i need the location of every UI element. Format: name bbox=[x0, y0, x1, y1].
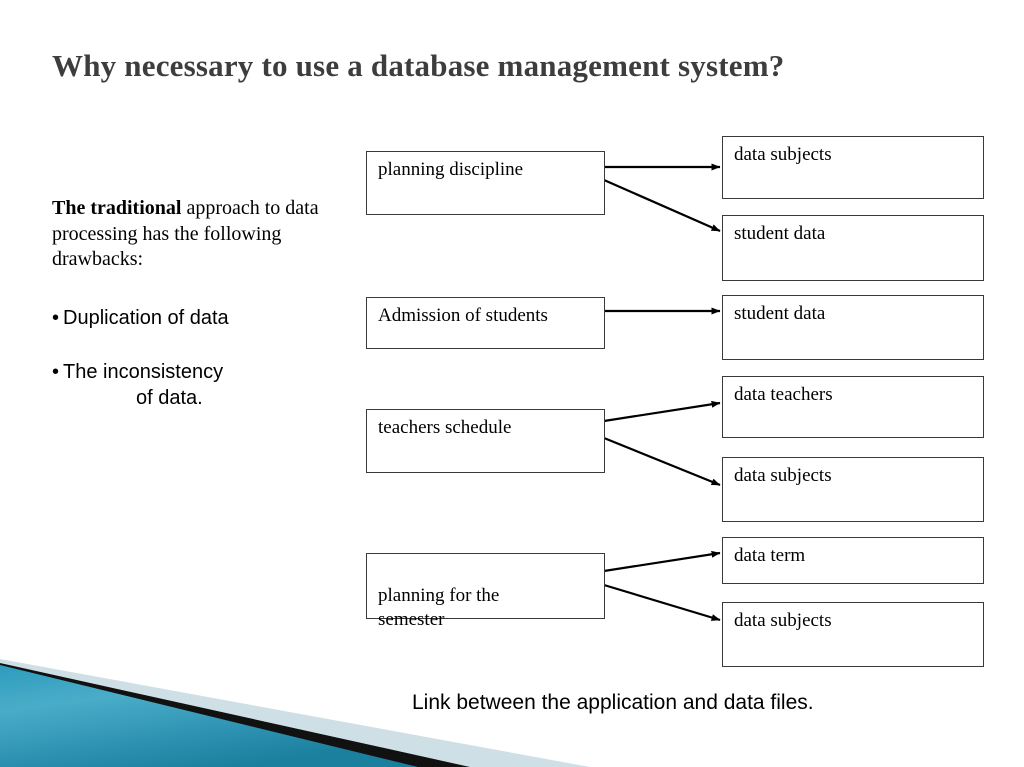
data-file-box-data-subjects-2[interactable]: data subjects bbox=[722, 457, 984, 522]
data-file-box-label: data subjects bbox=[734, 610, 832, 631]
application-box-label: teachers schedule bbox=[378, 417, 512, 438]
data-file-box-label: data subjects bbox=[734, 144, 832, 165]
application-box-planning-discipline[interactable]: planning discipline bbox=[366, 151, 605, 215]
arrow-planning-semester-to-data-term bbox=[603, 550, 721, 573]
data-file-box-label: data teachers bbox=[734, 384, 833, 405]
data-file-box-label: student data bbox=[734, 303, 826, 324]
arrow-planning-semester-to-data-subjects bbox=[603, 583, 721, 622]
application-box-planning-for-the-semester[interactable]: planning for the semester bbox=[366, 553, 605, 630]
data-file-box-data-subjects-1[interactable]: data subjects bbox=[722, 136, 984, 199]
application-box-label: Admission of students bbox=[378, 305, 548, 326]
corner-decoration-graphic bbox=[0, 659, 590, 767]
application-box-label: planning discipline bbox=[378, 159, 524, 180]
data-file-box-data-teachers[interactable]: data teachers bbox=[722, 376, 984, 438]
arrow-teachers-schedule-to-data-teachers bbox=[603, 400, 721, 423]
application-box-label: planning for the semester bbox=[378, 585, 500, 630]
arrow-teachers-schedule-to-data-subjects bbox=[603, 436, 721, 487]
slide-canvas: Why necessary to use a database manageme… bbox=[0, 0, 1024, 767]
application-box-admission-of-students[interactable]: Admission of students bbox=[366, 297, 605, 349]
data-file-box-label: data term bbox=[734, 545, 806, 566]
data-file-box-data-term[interactable]: data term bbox=[722, 537, 984, 584]
data-file-box-student-data-1[interactable]: student data bbox=[722, 215, 984, 281]
data-file-box-student-data-2[interactable]: student data bbox=[722, 295, 984, 360]
data-file-box-label: data subjects bbox=[734, 465, 832, 486]
application-data-link-diagram: planning discipline Admission of student… bbox=[0, 0, 1024, 700]
data-file-box-label: student data bbox=[734, 223, 826, 244]
arrow-planning-discipline-to-student-data bbox=[603, 178, 721, 233]
application-box-teachers-schedule[interactable]: teachers schedule bbox=[366, 409, 605, 473]
